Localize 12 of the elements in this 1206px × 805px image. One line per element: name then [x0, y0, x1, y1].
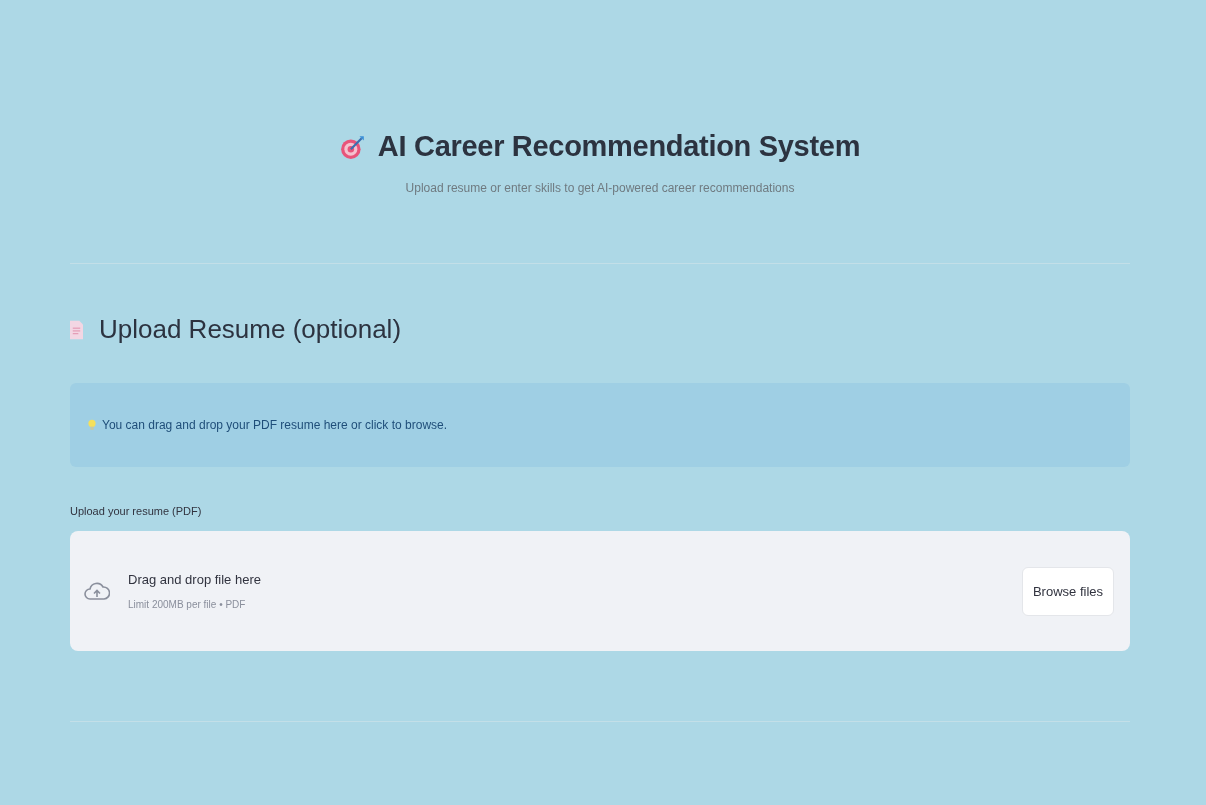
lightbulb-icon [88, 419, 96, 431]
uploader-label: Upload your resume (PDF) [70, 505, 203, 517]
document-icon [70, 319, 83, 340]
info-text: You can drag and drop your PDF resume here or click to browse. [102, 418, 448, 432]
cloud-upload-icon [84, 580, 110, 602]
page-title: AI Career Recommendation System [377, 130, 861, 163]
target-icon [339, 133, 366, 160]
file-limit-note: Limit 200MB per file • PDF [128, 599, 247, 610]
section-heading: Upload Resume (optional) [99, 314, 402, 345]
drop-instruction: Drag and drop file here [128, 572, 262, 587]
page-subtitle: Upload resume or enter skills to get AI-powered career recommendations [405, 181, 795, 195]
browse-files-button[interactable]: Browse files [1021, 566, 1114, 616]
